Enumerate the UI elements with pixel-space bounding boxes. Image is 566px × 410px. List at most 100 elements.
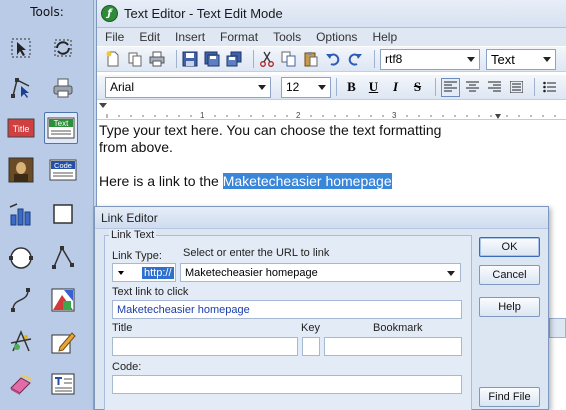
save-all-icon[interactable] [226,51,242,67]
star-link-icon [10,330,32,352]
window-titlebar: ƒ Text Editor - Text Edit Mode [97,0,566,28]
toolbar-separator [534,78,535,96]
key-label: Key [301,322,320,334]
angle-tool[interactable] [46,242,80,274]
menu-help[interactable]: Help [372,30,397,44]
app-logo-icon: ƒ [101,5,118,22]
text-list-tool[interactable] [46,368,80,400]
menu-options[interactable]: Options [316,30,357,44]
scrollbar-fragment[interactable] [549,318,566,338]
menu-file[interactable]: File [105,30,124,44]
strikethrough-button[interactable]: S [408,78,427,97]
chevron-down-icon [447,271,455,276]
curve-tool[interactable] [4,284,38,316]
title-input[interactable] [112,337,298,356]
key-input[interactable] [302,337,320,356]
chart-tool[interactable] [4,198,38,230]
rectangle-icon [53,204,73,224]
chevron-down-icon [118,271,124,275]
ruler-right-marker[interactable] [495,114,501,119]
code-label: Code: [112,361,142,373]
image-tool[interactable] [4,154,38,186]
mode-select[interactable]: Text [486,48,556,70]
bookmark-input[interactable] [324,337,462,356]
align-center-button[interactable] [463,78,482,97]
menu-edit[interactable]: Edit [139,30,160,44]
italic-button[interactable]: I [386,78,405,97]
svg-text:Code: Code [54,161,72,170]
mode-value: Text [491,51,515,67]
bold-button[interactable]: B [342,78,361,97]
print-tool[interactable] [46,72,80,104]
selected-link-text[interactable]: Maketecheasier homepage [222,173,392,189]
align-left-button[interactable] [441,77,460,97]
svg-text:Title: Title [13,124,30,134]
font-select[interactable]: Arial [105,76,271,98]
ruler: 1 2 3 [97,102,566,120]
font-size-select[interactable]: 12 [281,76,331,98]
undo-icon[interactable] [325,51,341,67]
document-line: Type your text here. You can choose the … [99,122,442,138]
select-tool[interactable] [4,32,38,64]
document-body[interactable]: Type your text here. You can choose the … [99,122,565,190]
underline-button[interactable]: U [364,78,383,97]
encoding-select[interactable]: rtf8 [380,48,480,70]
cancel-button[interactable]: Cancel [479,265,540,285]
edit-tool[interactable] [46,326,80,358]
bookmark-label: Bookmark [373,322,423,334]
angle-icon [52,246,74,269]
ok-button[interactable]: OK [479,237,540,257]
text-link-input[interactable]: Maketecheasier homepage [112,300,462,319]
redo-icon[interactable] [347,51,363,67]
dialog-title: Link Editor [95,207,548,229]
help-button[interactable]: Help [479,297,540,317]
code-tool[interactable]: Code [46,154,80,186]
justify-button[interactable] [507,78,526,97]
pencil-edit-icon [51,332,76,354]
new-document-icon[interactable] [105,51,121,67]
chevron-down-icon [467,56,475,62]
text-tool[interactable]: Text [44,112,78,144]
color-tool[interactable] [46,284,80,316]
screen: Tools: Title Text Code ƒ Text Editor - T… [0,0,566,410]
code-input[interactable] [112,375,462,394]
node-tool[interactable] [4,72,38,104]
toolbar-separator [176,50,177,68]
align-center-icon [466,81,479,92]
link-tool[interactable] [4,326,38,358]
menu-format[interactable]: Format [220,30,258,44]
link-editor-dialog: Link Editor Link Text Link Type: Select … [94,206,549,410]
title-tool[interactable]: Title [4,112,38,144]
align-right-icon [488,81,501,92]
copy-icon[interactable] [281,51,297,67]
ruler-indent-marker[interactable] [99,103,107,108]
find-file-button[interactable]: Find File [479,387,540,407]
formatting-toolbar: Arial 12 B U I S [97,75,566,100]
save-icon[interactable] [182,51,198,67]
align-right-button[interactable] [485,78,504,97]
color-square-icon [51,288,75,312]
link-prefix-text: Here is a link to the [99,173,223,189]
circle-tool[interactable] [4,242,38,274]
document-line: Here is a link to the Maketecheasier hom… [99,173,565,190]
menu-tools[interactable]: Tools [273,30,301,44]
text-link-value: Maketecheasier homepage [117,303,250,316]
print-icon[interactable] [149,51,165,67]
url-select[interactable]: Maketecheasier homepage [180,263,461,282]
printer-icon [53,78,73,98]
save-as-icon[interactable] [204,51,220,67]
menu-insert[interactable]: Insert [175,30,205,44]
document-line: from above. [99,139,173,155]
rectangle-tool[interactable] [46,198,80,230]
rotate-tool[interactable] [46,32,80,64]
link-type-select[interactable]: http:// [112,263,176,282]
bullet-list-button[interactable] [540,78,559,97]
tools-panel: Tools: Title Text Code [0,0,94,410]
tools-title: Tools: [30,5,64,19]
copy-document-icon[interactable] [127,51,143,67]
document-blank-line [99,156,565,173]
paste-icon[interactable] [303,51,319,67]
cut-icon[interactable] [259,51,275,67]
node-edit-icon [11,78,30,98]
eraser-tool[interactable] [4,368,38,400]
